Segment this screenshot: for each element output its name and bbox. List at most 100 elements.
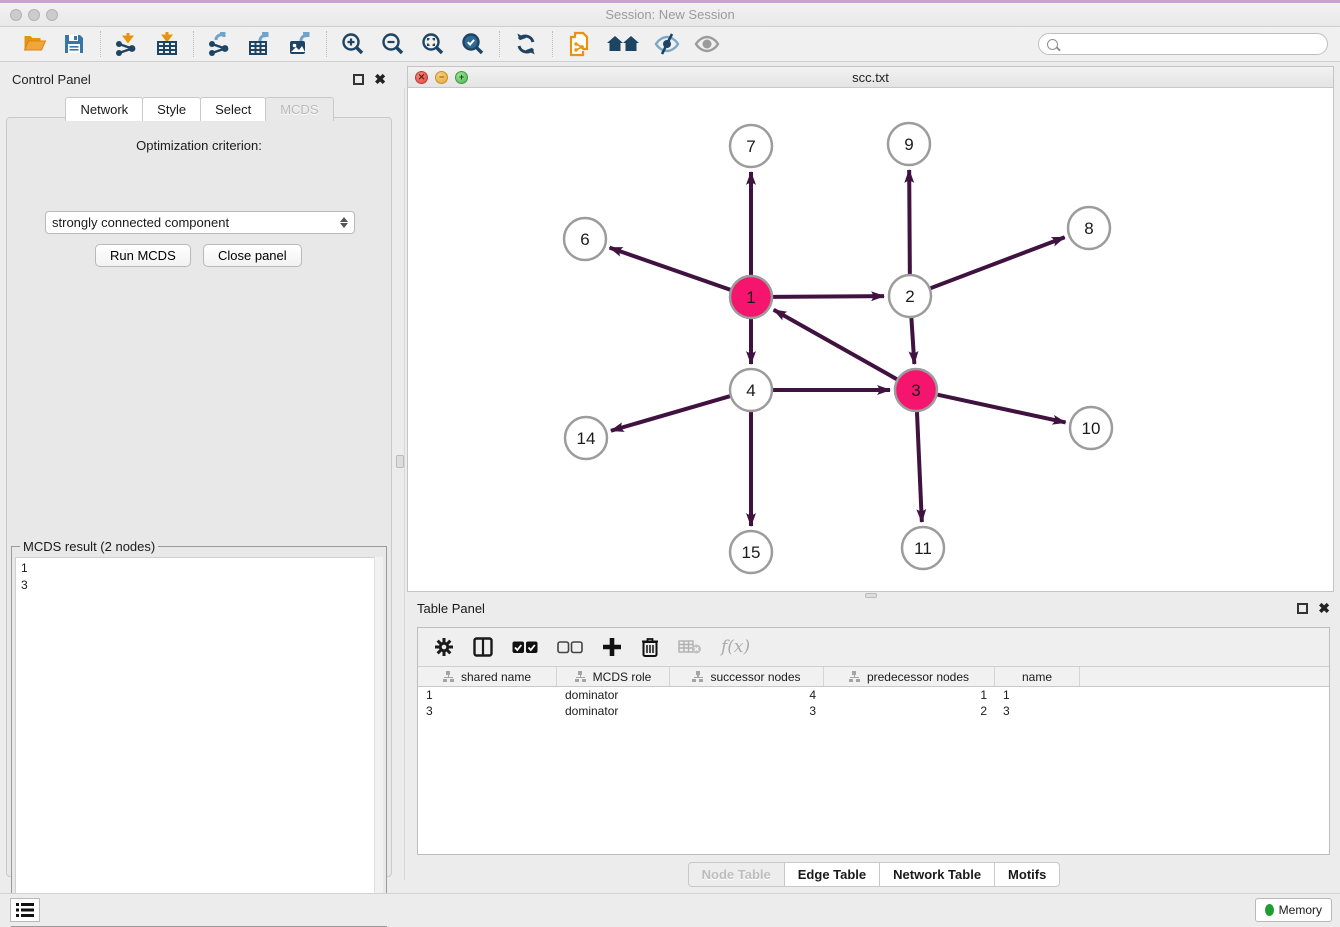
graph-node-label-15: 15 [742,543,761,562]
result-scrollbar[interactable] [374,557,383,923]
graph-edge-2-3[interactable] [911,318,914,364]
network-minimize-icon[interactable]: − [435,71,448,84]
home-icon[interactable] [606,31,640,57]
search-input[interactable] [1063,37,1319,51]
cell-shared-name[interactable]: 1 [418,687,557,703]
add-column-icon[interactable] [602,637,622,657]
window-zoom-button[interactable] [46,9,58,21]
column-header-shared-name[interactable]: shared name [418,667,557,686]
cell-MCDS-role[interactable]: dominator [557,703,670,719]
dropdown-stepper-icon [340,217,348,228]
cell-shared-name[interactable]: 3 [418,703,557,719]
zoom-in-icon[interactable] [340,31,366,57]
tab-network-table[interactable]: Network Table [879,862,995,887]
graph-node-label-9: 9 [904,135,913,154]
export-image-icon[interactable] [287,31,313,57]
memory-button[interactable]: Memory [1255,898,1332,922]
table-settings-gear-icon[interactable] [434,637,454,657]
show-network-eye-icon[interactable] [694,31,720,57]
column-label: predecessor nodes [867,670,969,684]
search-box[interactable] [1038,33,1328,55]
tab-mcds[interactable]: MCDS [265,97,333,121]
cell-successor-nodes[interactable]: 4 [670,687,824,703]
network-canvas[interactable]: 7968124314101511 [408,88,1333,591]
graph-edge-3-10[interactable] [937,395,1065,423]
network-close-icon[interactable]: ✕ [415,71,428,84]
column-label: name [1022,670,1052,684]
save-session-icon[interactable] [61,31,87,57]
zoom-out-icon[interactable] [380,31,406,57]
memory-label: Memory [1279,903,1322,917]
window-minimize-button[interactable] [28,9,40,21]
mcds-result-text[interactable]: 1 3 [15,557,383,923]
column-header-filler [1080,667,1329,686]
cell-predecessor-nodes[interactable]: 2 [824,703,995,719]
network-graph[interactable]: 7968124314101511 [408,88,1333,591]
window-close-button[interactable] [10,9,22,21]
select-all-checkboxes-icon[interactable] [512,641,538,654]
tab-motifs[interactable]: Motifs [994,862,1060,887]
network-window-titlebar[interactable]: ✕ − + scc.txt [408,67,1333,88]
delete-table-icon[interactable] [678,639,702,655]
close-table-panel-icon[interactable]: ✖ [1318,601,1330,615]
graph-edge-1-2[interactable] [773,296,884,297]
table-panel-tabs: Node Table Edge Table Network Table Moti… [407,862,1340,887]
import-network-icon[interactable] [114,31,140,57]
tab-node-table[interactable]: Node Table [688,862,785,887]
run-mcds-button[interactable]: Run MCDS [95,244,191,267]
memory-status-dot [1265,904,1274,916]
close-panel-button[interactable]: Close panel [203,244,302,267]
tab-edge-table[interactable]: Edge Table [784,862,880,887]
clone-network-icon[interactable] [566,31,592,57]
tab-network[interactable]: Network [65,97,143,121]
horizontal-splitter-grip[interactable] [865,593,877,598]
cell-predecessor-nodes[interactable]: 1 [824,687,995,703]
table-row-2[interactable]: 3dominator323 [418,703,1329,719]
zoom-selected-icon[interactable] [460,31,486,57]
graph-edge-3-1[interactable] [774,310,897,379]
column-label: MCDS role [593,670,652,684]
graph-edge-3-11[interactable] [917,412,922,522]
panel-splitter[interactable] [398,66,407,880]
deselect-all-checkboxes-icon[interactable] [557,641,583,654]
delete-column-trash-icon[interactable] [641,637,659,657]
graph-edge-2-8[interactable] [931,237,1065,288]
control-panel-tabs: Network Style Select MCDS [0,97,398,121]
table-row-1[interactable]: 1dominator411 [418,687,1329,703]
task-history-button[interactable] [10,898,40,922]
mcds-result-title: MCDS result (2 nodes) [20,539,158,554]
cell-name[interactable]: 1 [995,687,1080,703]
cell-MCDS-role[interactable]: dominator [557,687,670,703]
export-network-icon[interactable] [207,31,233,57]
float-table-panel-icon[interactable] [1297,603,1308,614]
tab-style[interactable]: Style [142,97,201,121]
close-panel-icon[interactable]: ✖ [374,72,386,86]
graph-edge-1-6[interactable] [610,248,731,290]
graph-edge-2-9[interactable] [909,170,910,274]
import-table-icon[interactable] [154,31,180,57]
column-hierarchy-icon [849,671,861,682]
hide-network-eye-slash-icon[interactable] [654,31,680,57]
refresh-icon[interactable] [513,31,539,57]
network-maximize-icon[interactable]: + [455,71,468,84]
column-header-predecessor-nodes[interactable]: predecessor nodes [824,667,995,686]
criterion-dropdown[interactable]: strongly connected component [45,211,355,234]
splitter-grip[interactable] [396,455,404,468]
column-header-name[interactable]: name [995,667,1080,686]
node-table-container: f(x) shared name MCDS role successor nodes… [417,627,1330,855]
cell-name[interactable]: 3 [995,703,1080,719]
tab-select[interactable]: Select [200,97,266,121]
table-header-row: shared name MCDS role successor nodes prede… [418,667,1329,687]
open-file-icon[interactable] [21,31,47,57]
graph-edge-4-14[interactable] [611,396,730,431]
float-panel-icon[interactable] [353,74,364,85]
column-header-successor-nodes[interactable]: successor nodes [670,667,824,686]
split-columns-icon[interactable] [473,637,493,657]
cell-successor-nodes[interactable]: 3 [670,703,824,719]
function-builder-icon[interactable]: f(x) [721,637,750,657]
column-header-MCDS-role[interactable]: MCDS role [557,667,670,686]
table-panel-header: Table Panel ✖ [407,596,1340,620]
zoom-fit-icon[interactable] [420,31,446,57]
export-table-icon[interactable] [247,31,273,57]
search-icon [1047,39,1058,50]
